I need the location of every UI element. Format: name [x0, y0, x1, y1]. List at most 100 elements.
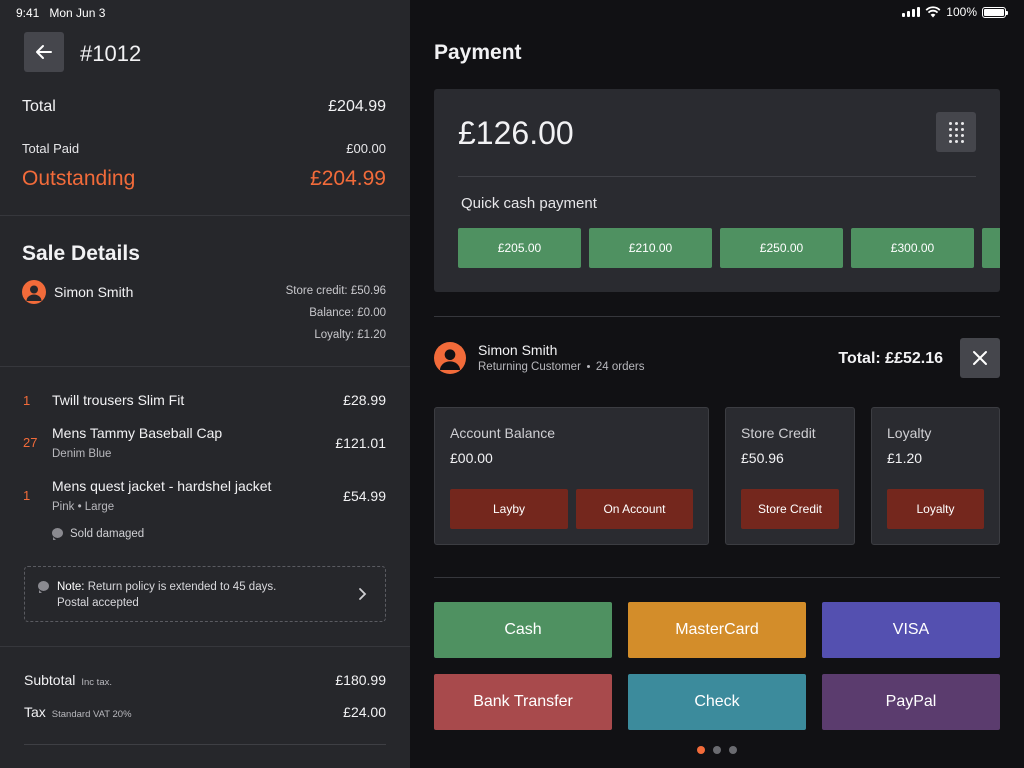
- battery-icon: [982, 6, 1008, 18]
- bank-transfer-button[interactable]: Bank Transfer: [434, 674, 612, 730]
- subtotal-label-text: Subtotal: [24, 672, 76, 688]
- comment-icon: [38, 581, 49, 593]
- tax-row: Tax Standard VAT 20% £24.00: [24, 704, 386, 720]
- quick-cash-label: Quick cash payment: [461, 195, 597, 212]
- status-date: Mon Jun 3: [49, 6, 106, 20]
- tax-value: £24.00: [343, 704, 386, 720]
- customer-avatar: [434, 342, 466, 374]
- customer-total: Total: ££52.16: [838, 350, 943, 367]
- loyalty-title: Loyalty: [887, 425, 932, 441]
- total-row: Total £204.99: [22, 98, 386, 116]
- subtotal-note: Inc tax.: [81, 677, 112, 688]
- customer-info: Returning Customer 24 orders: [478, 361, 645, 373]
- total-paid-label: Total Paid: [22, 141, 80, 156]
- close-icon: [973, 351, 987, 365]
- account-balance-title: Account Balance: [450, 425, 556, 441]
- tax-label: Tax Standard VAT 20%: [24, 704, 132, 720]
- separator-dot: [586, 365, 590, 368]
- item-price: £121.01: [335, 435, 386, 451]
- check-button[interactable]: Check: [628, 674, 806, 730]
- note-label: Note:: [57, 581, 85, 593]
- outstanding-label: Outstanding: [22, 167, 136, 190]
- quick-cash-options: £205.00 £210.00 £250.00 £300.00: [458, 228, 1000, 268]
- item-price: £54.99: [343, 488, 386, 504]
- quick-cash-button[interactable]: £210.00: [589, 228, 712, 268]
- store-credit-info: Store credit: £50.96: [285, 285, 386, 297]
- note-line-1: Return policy is extended to 45 days.: [87, 581, 277, 593]
- quick-cash-button[interactable]: [982, 228, 1000, 268]
- customer-avatar: [22, 280, 46, 304]
- loyalty-info: Loyalty: £1.20: [314, 329, 386, 341]
- note-line-2: Postal accepted: [57, 597, 139, 609]
- payment-amount[interactable]: £126.00: [458, 115, 574, 152]
- loyalty-card: Loyalty £1.20 Loyalty: [871, 407, 1000, 545]
- tax-label-text: Tax: [24, 704, 46, 720]
- status-time: 9:41: [16, 6, 40, 20]
- quick-cash-button[interactable]: £250.00: [720, 228, 843, 268]
- paypal-button[interactable]: PayPal: [822, 674, 1000, 730]
- divider: [434, 316, 1000, 317]
- total-label: Total: [22, 98, 56, 115]
- user-icon: [26, 285, 42, 301]
- total-paid-value: £00.00: [346, 141, 386, 156]
- page-dot-active[interactable]: [697, 746, 705, 754]
- subtotal-value: £180.99: [335, 672, 386, 688]
- customer-type: Returning Customer: [478, 361, 581, 373]
- item-variant: Pink • Large: [52, 501, 115, 513]
- page-dot[interactable]: [729, 746, 737, 754]
- tax-note: Standard VAT 20%: [51, 709, 132, 720]
- total-value: £204.99: [328, 98, 386, 115]
- balance-info: Balance: £0.00: [309, 307, 386, 319]
- customer-orders: 24 orders: [595, 361, 645, 373]
- item-name[interactable]: Mens Tammy Baseball Cap: [52, 425, 222, 441]
- store-credit-button[interactable]: Store Credit: [741, 489, 839, 529]
- total-paid-row: Total Paid £00.00: [22, 141, 386, 156]
- item-comment: Sold damaged: [52, 528, 144, 540]
- divider: [458, 176, 976, 177]
- keypad-icon: [948, 121, 952, 125]
- visa-button[interactable]: VISA: [822, 602, 1000, 658]
- on-account-button[interactable]: On Account: [576, 489, 693, 529]
- comment-icon: [52, 528, 63, 540]
- item-price: £28.99: [343, 392, 386, 408]
- item-quantity: 1: [23, 488, 31, 503]
- subtotal-row: Subtotal Inc tax. £180.99: [24, 672, 386, 688]
- item-name[interactable]: Twill trousers Slim Fit: [52, 392, 184, 408]
- subtotal-label: Subtotal Inc tax.: [24, 672, 112, 688]
- signal-icon: [902, 7, 921, 17]
- item-name[interactable]: Mens quest jacket - hardshel jacket: [52, 478, 271, 494]
- divider: [434, 577, 1000, 578]
- quick-cash-button[interactable]: £300.00: [851, 228, 974, 268]
- payment-amount-card: £126.00 Quick cash payment £205.00 £210.…: [434, 89, 1000, 292]
- order-note[interactable]: Note: Return policy is extended to 45 da…: [24, 566, 386, 622]
- user-icon: [440, 349, 460, 370]
- store-credit-title: Store Credit: [741, 425, 816, 441]
- customer-name[interactable]: Simon Smith: [54, 284, 133, 300]
- item-comment-text: Sold damaged: [70, 528, 145, 540]
- layby-button[interactable]: Layby: [450, 489, 568, 529]
- status-bar-left: 9:41 Mon Jun 3: [16, 6, 105, 20]
- chevron-right-icon: [359, 588, 367, 600]
- keypad-button[interactable]: [936, 112, 976, 152]
- battery-percent: 100%: [946, 5, 977, 19]
- mastercard-button[interactable]: MasterCard: [628, 602, 806, 658]
- outstanding-value: £204.99: [310, 167, 386, 190]
- quick-cash-button[interactable]: £205.00: [458, 228, 581, 268]
- item-variant: Denim Blue: [52, 448, 112, 460]
- remove-customer-button[interactable]: [960, 338, 1000, 378]
- loyalty-button[interactable]: Loyalty: [887, 489, 984, 529]
- order-panel: #1012 Total £204.99 Total Paid £00.00 Ou…: [0, 0, 410, 768]
- outstanding-row: Outstanding £204.99: [22, 167, 386, 191]
- account-balance-value: £00.00: [450, 450, 493, 466]
- page-dot[interactable]: [713, 746, 721, 754]
- item-quantity: 1: [23, 393, 31, 408]
- store-credit-card: Store Credit £50.96 Store Credit: [725, 407, 855, 545]
- wifi-icon: [925, 6, 941, 18]
- page-indicator: [697, 746, 737, 754]
- cash-button[interactable]: Cash: [434, 602, 612, 658]
- account-balance-card: Account Balance £00.00 Layby On Account: [434, 407, 709, 545]
- customer-name[interactable]: Simon Smith: [478, 342, 557, 358]
- loyalty-value: £1.20: [887, 450, 923, 466]
- sale-details-title: Sale Details: [22, 242, 140, 265]
- note-text: Note: Return policy is extended to 45 da…: [57, 579, 327, 611]
